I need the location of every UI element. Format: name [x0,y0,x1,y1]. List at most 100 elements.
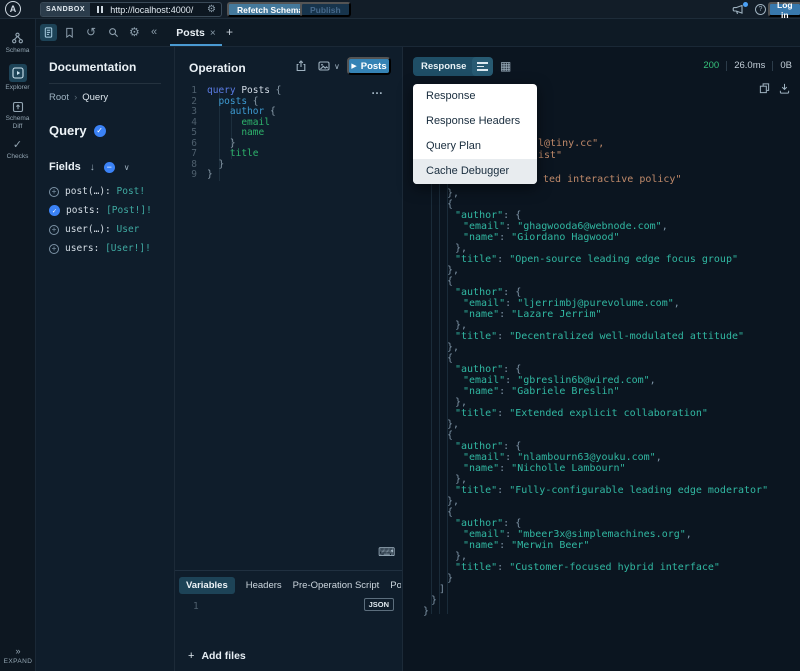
menu-item-query-plan[interactable]: Query Plan [413,134,537,159]
collapse-panel-icon[interactable]: « [151,26,157,38]
announcements-icon[interactable] [732,4,744,16]
menu-item-response[interactable]: Response [413,84,537,109]
response-json-line: "email": "ljerrimbj@purevolume.com", [463,298,680,309]
tab-bar: ↺ ⚙ « Posts × + [36,19,800,47]
operations-list-icon[interactable] [40,24,57,41]
response-json-line: ] [439,584,446,595]
tab-post-operation-script[interactable]: Post-Operation Script [390,577,401,594]
response-json-line: } [431,595,438,606]
tab-posts[interactable]: Posts × [170,19,222,47]
play-icon: ▶ [351,63,357,70]
hidden-entry-fragment: ist" [538,150,563,161]
response-json-line: "title": "Decentralized well-modulated a… [455,331,745,342]
response-json-line: }, [455,243,468,254]
hidden-entry-fragment: l@tiny.cc", [538,138,605,149]
response-json-line: }, [447,496,460,507]
history-icon[interactable]: ↺ [86,25,96,39]
add-field-icon[interactable]: + [49,243,59,254]
response-json-line: "name": "Giordano Hagwood" [463,232,620,243]
breadcrumb: Root › Query [49,92,161,103]
menu-item-cache-debugger[interactable]: Cache Debugger [413,159,537,184]
endpoint-url-bar[interactable]: SANDBOX http://localhost:4000/ ⚙ [40,2,222,17]
search-icon[interactable] [108,27,119,38]
settings-gear-icon[interactable]: ⚙ [129,25,140,39]
field-row-post[interactable]: + post(…): Post! [49,182,161,201]
filter-fields-icon[interactable]: − [103,161,115,173]
copy-response-icon[interactable] [759,83,770,94]
documentation-panel: Documentation Root › Query Query ✓ Field… [36,47,175,671]
format-response-button[interactable] [472,57,493,76]
sidebar-item-schema[interactable]: Schema [0,32,36,55]
field-row-posts[interactable]: ✓ posts: [Post!]! [49,201,161,220]
saved-collections-icon[interactable] [64,27,75,38]
editor-menu-icon[interactable]: … [371,83,384,97]
endpoint-url-input[interactable]: http://localhost:4000/ [110,5,193,15]
response-json-line: { [447,353,454,364]
help-icon[interactable]: ? [755,4,766,15]
response-json-line: "email": "nlambourn63@youku.com", [463,452,662,463]
expand-rail-button[interactable]: » EXPAND [0,646,36,665]
response-json-line: "author": { [455,210,522,221]
menu-item-response-headers[interactable]: Response Headers [413,109,537,134]
field-selected-check-icon[interactable]: ✓ [49,205,60,216]
schema-icon [12,32,23,44]
schema-diff-icon [12,101,23,113]
response-json-line: "author": { [455,441,522,452]
table-view-icon[interactable]: ▦ [500,58,511,74]
login-button[interactable]: Log in [768,0,800,20]
tab-variables[interactable]: Variables [179,577,235,594]
hidden-entry-fragment: ted interactive policy" [543,174,682,185]
response-json-line: "author": { [455,518,522,529]
connection-settings-gear-icon[interactable]: ⚙ [207,4,216,15]
apollo-logo[interactable]: A [5,1,21,17]
sort-fields-icon[interactable]: ↓ [90,162,95,173]
field-row-users[interactable]: + users: [User!]! [49,239,161,258]
publish-button[interactable]: Publish [300,2,351,17]
chevron-down-icon[interactable]: ∨ [124,163,130,172]
operation-editor-lines[interactable]: 1 query Posts {2 posts {3 author {4 email… [183,85,281,181]
run-operation-button[interactable]: ▶ Posts [347,57,391,75]
response-json-line: { [447,276,454,287]
download-response-icon[interactable] [779,83,790,94]
breadcrumb-root[interactable]: Root [49,92,69,103]
sidebar-item-schema-diff[interactable]: Schema Diff [0,101,36,131]
operation-settings-tabs: Variables Headers Pre-Operation Script P… [179,577,401,594]
response-json-line: }, [455,551,468,562]
chevron-down-icon[interactable]: ∨ [334,62,340,71]
sidebar-item-explorer[interactable]: Explorer [0,64,36,92]
connection-status-icon [97,6,104,13]
operation-panel: Operation ∨ ▶ Posts … 1 query Posts {2 po… [175,47,403,671]
add-field-icon[interactable]: + [49,186,59,197]
close-tab-icon[interactable]: × [210,28,216,39]
response-json-line: "email": "mbeer3x@simplemachines.org", [463,529,692,540]
response-json-line: "email": "gbreslin6b@wired.com", [463,375,656,386]
response-json-line: "name": "Gabriele Breslin" [463,386,620,397]
keyboard-shortcuts-icon[interactable]: ⌨ [378,545,395,559]
apollo-sandbox-app: A SANDBOX http://localhost:4000/ ⚙ Refet… [0,0,800,671]
share-operation-icon[interactable] [295,60,307,72]
tab-pre-operation-script[interactable]: Pre-Operation Script [293,577,380,594]
response-json-line: "name": "Nicholle Lambourn" [463,463,626,474]
add-files-button[interactable]: + Add files [188,650,246,662]
response-view-menu: Response Response Headers Query Plan Cac… [413,84,537,184]
response-json-line: "title": "Customer-focused hybrid interf… [455,562,720,573]
response-json-line: "name": "Merwin Beer" [463,540,590,551]
new-tab-button[interactable]: + [226,25,233,39]
response-json-line: "email": "ghagwooda6@webnode.com", [463,221,668,232]
tab-headers[interactable]: Headers [246,577,282,594]
sidebar-item-checks[interactable]: ✓ Checks [0,140,36,161]
divider [175,570,402,571]
add-field-icon[interactable]: + [49,224,59,235]
save-to-collection-icon[interactable] [318,60,330,72]
field-row-user[interactable]: + user(…): User [49,220,161,239]
status-code: 200 [703,60,720,71]
response-json-line: "author": { [455,364,522,375]
response-json-line: }, [447,419,460,430]
response-json-line: "name": "Lazare Jerrim" [463,309,602,320]
response-json-line: { [447,507,454,518]
response-json: },{"author": {"email": "ghagwooda6@webno… [423,188,768,617]
response-json-line: "title": "Fully-configurable leading edg… [455,485,769,496]
breadcrumb-current: Query [82,92,109,103]
left-rail: Schema Explorer Schema Diff ✓ Checks » E… [0,19,36,671]
response-time: 26.0ms [734,60,766,71]
